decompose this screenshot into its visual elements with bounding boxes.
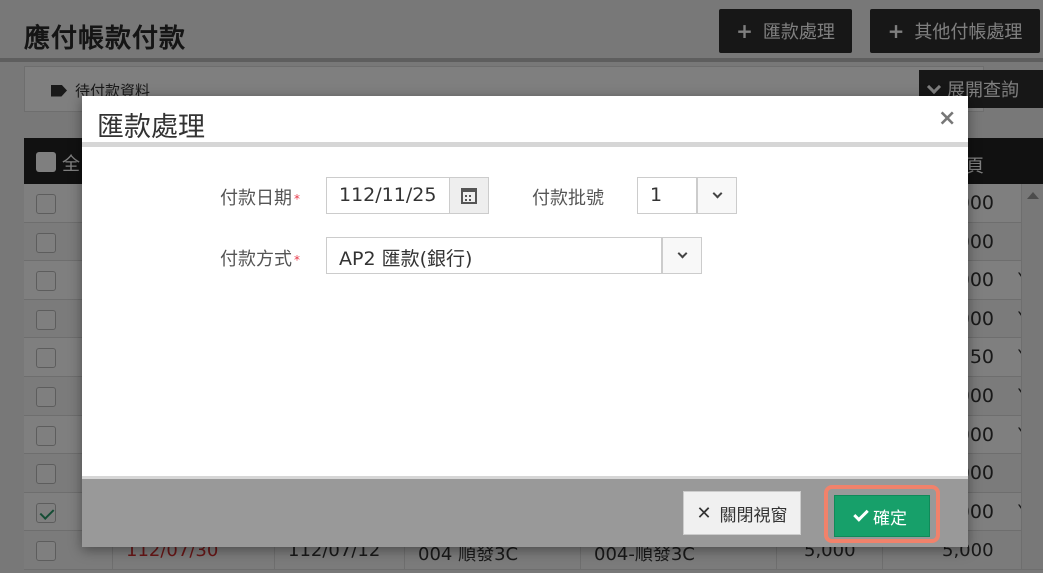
chevron-down-icon xyxy=(677,248,687,259)
close-icon: ✕ xyxy=(696,502,712,524)
payment-method-select[interactable]: AP2 匯款(銀行) xyxy=(326,237,702,274)
required-marker: * xyxy=(294,192,300,206)
required-marker: * xyxy=(294,253,300,267)
batch-number-label: 付款批號 xyxy=(532,188,604,209)
close-window-label: 關閉視窗 xyxy=(719,505,788,526)
batch-dropdown-button[interactable] xyxy=(697,177,737,214)
payment-date-label-text: 付款日期 xyxy=(220,188,292,209)
chevron-down-icon xyxy=(712,188,722,199)
payment-method-label: 付款方式 * xyxy=(220,245,300,271)
method-dropdown-button[interactable] xyxy=(662,237,702,274)
payment-date-value: 112/11/25 xyxy=(339,184,437,206)
check-icon xyxy=(853,506,869,522)
confirm-button[interactable]: 確定 xyxy=(834,495,930,537)
payment-method-value: AP2 匯款(銀行) xyxy=(339,248,473,270)
payment-method-label-text: 付款方式 xyxy=(220,249,292,270)
dialog-header-divider xyxy=(82,142,968,147)
batch-number-value: 1 xyxy=(650,184,663,206)
close-icon[interactable]: × xyxy=(938,106,956,131)
payment-date-label: 付款日期 * xyxy=(220,184,300,210)
calendar-button[interactable] xyxy=(449,177,489,214)
close-window-button[interactable]: ✕ 關閉視窗 xyxy=(683,491,801,535)
dialog-title: 匯款處理 xyxy=(97,112,205,143)
confirm-label: 確定 xyxy=(873,508,907,529)
batch-number-select[interactable]: 1 xyxy=(637,177,737,214)
dialog-footer: ✕ 關閉視窗 確定 xyxy=(82,476,968,547)
confirm-highlight: 確定 xyxy=(824,485,940,543)
calendar-icon xyxy=(461,187,477,204)
payment-date-field[interactable]: 112/11/25 xyxy=(326,177,489,214)
remit-dialog: 匯款處理 × 付款日期 * 112/11/25 付款批號 1 付款方式 * AP2 … xyxy=(82,96,968,547)
dialog-header: 匯款處理 × xyxy=(82,96,968,146)
